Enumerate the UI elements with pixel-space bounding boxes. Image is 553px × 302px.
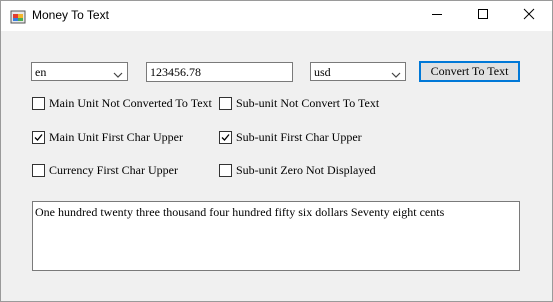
checkbox[interactable] xyxy=(32,97,45,110)
app-icon xyxy=(10,9,26,25)
close-button[interactable] xyxy=(506,1,552,31)
option-label: Sub-unit Not Convert To Text xyxy=(236,96,380,110)
maximize-icon xyxy=(477,8,489,24)
check-mark-icon xyxy=(34,134,43,141)
window-title: Money To Text xyxy=(32,8,109,22)
option-label: Sub-unit First Char Upper xyxy=(236,130,362,144)
check-mark-icon xyxy=(221,134,230,141)
app-window: Money To Text en 123456.78 usd Convert T… xyxy=(0,0,553,302)
option-label: Main Unit Not Converted To Text xyxy=(49,96,212,110)
title-bar[interactable]: Money To Text xyxy=(1,1,552,31)
language-select-value: en xyxy=(35,65,47,79)
language-select[interactable]: en xyxy=(31,62,128,81)
currency-select-value: usd xyxy=(314,65,331,79)
close-icon xyxy=(523,8,535,24)
output-textarea[interactable]: One hundred twenty three thousand four h… xyxy=(32,201,520,271)
amount-input-value: 123456.78 xyxy=(150,65,201,79)
checkbox[interactable] xyxy=(32,164,45,177)
chevron-down-icon xyxy=(113,68,123,78)
checkbox[interactable] xyxy=(219,97,232,110)
currency-select[interactable]: usd xyxy=(310,62,406,81)
minimize-button[interactable] xyxy=(414,1,460,31)
option-label: Currency First Char Upper xyxy=(49,163,178,177)
chevron-down-icon xyxy=(391,68,401,78)
amount-input[interactable]: 123456.78 xyxy=(146,62,293,82)
option-label: Sub-unit Zero Not Displayed xyxy=(236,163,376,177)
convert-button[interactable]: Convert To Text xyxy=(419,61,520,82)
form-client-area: en 123456.78 usd Convert To Text Main Un… xyxy=(1,31,552,301)
minimize-icon xyxy=(431,8,443,24)
checkbox-checked[interactable] xyxy=(219,131,232,144)
maximize-button[interactable] xyxy=(460,1,506,31)
output-text: One hundred twenty three thousand four h… xyxy=(35,205,445,219)
checkbox-checked[interactable] xyxy=(32,131,45,144)
checkbox[interactable] xyxy=(219,164,232,177)
option-label: Main Unit First Char Upper xyxy=(49,130,183,144)
